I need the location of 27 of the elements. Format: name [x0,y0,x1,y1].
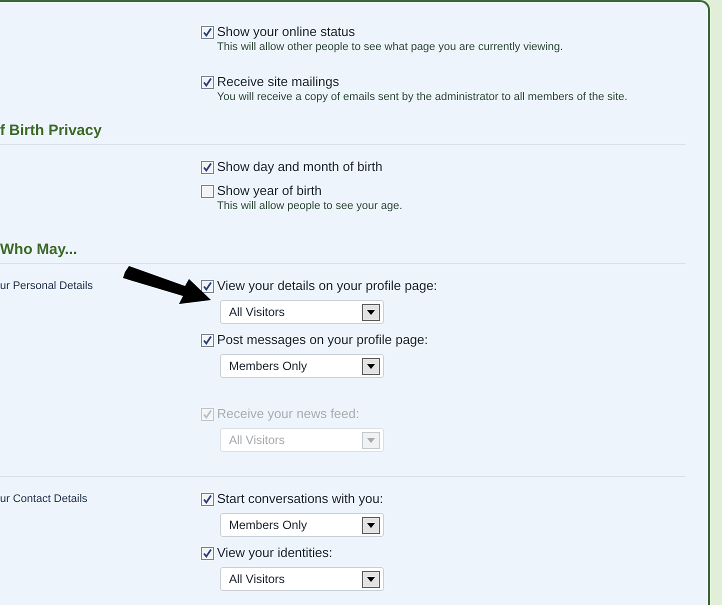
checkbox[interactable] [201,76,214,89]
dropdown[interactable]: Members Only [220,513,384,537]
group-label: ur Personal Details [0,279,93,294]
section-heading: f Birth Privacy [0,122,103,141]
checkbox-label[interactable]: Start conversations with you: [217,491,384,507]
checkbox[interactable] [201,493,214,506]
checkbox-label[interactable]: Post messages on your profile page: [217,332,428,348]
hint-text: This will allow people to see your age. [216,199,404,213]
dropdown[interactable]: All Visitors [220,300,384,324]
checkbox[interactable] [201,280,214,293]
checkbox-label[interactable]: Show year of birth [217,183,322,199]
checkbox[interactable] [201,547,214,560]
section-heading: Who May... [0,241,78,260]
checkbox[interactable] [201,334,214,347]
checkbox[interactable] [201,26,214,39]
checkbox-label[interactable]: Show day and month of birth [217,159,382,175]
checkbox-label[interactable]: Receive site mailings [217,74,340,90]
checkbox-label[interactable]: Show your online status [217,24,356,40]
checkbox-label[interactable]: View your identities: [217,545,332,561]
dropdown[interactable]: Members Only [220,354,384,378]
hint-text: This will allow other people to see what page you are currently viewing. [216,40,564,54]
group-label: ur Contact Details [0,492,88,507]
checkbox[interactable] [201,185,214,198]
checkbox-label[interactable]: View your details on your profile page: [217,278,438,294]
checkbox[interactable] [201,161,214,174]
hint-text: You will receive a copy of emails sent by the administrator to all members of the site. [216,90,628,104]
dropdown[interactable]: All Visitors [220,567,384,591]
